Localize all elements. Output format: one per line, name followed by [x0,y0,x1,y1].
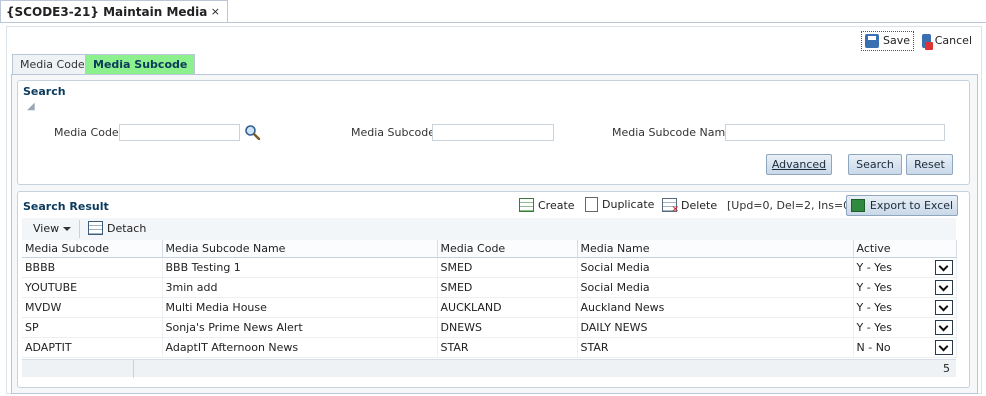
lookup-search-icon[interactable] [244,124,261,140]
cell-media-subcode: BBBB [22,257,163,278]
save-button[interactable]: Save [861,31,914,51]
cell-media-subcode: MVDW [22,297,163,318]
delete-button[interactable]: Delete [662,198,718,215]
active-select-value[interactable]: Y - Yes [857,321,892,334]
table-header-row: Media Subcode Media Subcode Name Media C… [22,240,957,258]
column-header[interactable]: Media Code [437,240,578,258]
export-label: Export to Excel [869,199,954,212]
cell-media-code: SMED [437,257,578,278]
search-panel-title: Search [23,85,66,98]
chevron-down-icon[interactable] [934,339,953,355]
detach-label: Detach [107,221,147,235]
advanced-button[interactable]: Advanced [766,154,832,175]
column-header[interactable]: Media Name [577,240,854,258]
cell-media-subcode-name: Multi Media House [162,297,438,318]
cell-active: N - No [853,337,957,358]
cell-media-code: STAR [437,337,578,358]
chevron-down-icon[interactable] [934,259,953,275]
save-label: Save [882,34,910,47]
detach-icon [88,221,103,235]
cell-media-code: AUCKLAND [437,297,578,318]
cell-media-code: DNEWS [437,317,578,338]
table-row[interactable]: MVDW Multi Media House AUCKLAND Auckland… [22,297,957,318]
cell-media-name: Auckland News [577,297,854,318]
cell-media-subcode-name: AdaptIT Afternoon News [162,337,438,358]
excel-icon [850,199,865,212]
cell-media-subcode: ADAPTIT [22,337,163,358]
cancel-label: Cancel [934,34,972,47]
toolbar-divider [79,220,80,238]
table-row[interactable]: YOUTUBE 3min add SMED Social Media Y - Y… [22,277,957,298]
view-dropdown-icon [63,226,72,231]
chevron-down-icon[interactable] [934,319,953,335]
save-icon [865,34,879,48]
collapse-toggle-icon[interactable]: ◢ [27,101,35,112]
footer-divider [133,360,134,378]
chevron-down-icon[interactable] [934,299,953,315]
active-select-value[interactable]: Y - Yes [857,301,892,314]
view-menu[interactable]: View [33,222,72,235]
cell-media-subcode-name: Sonja's Prime News Alert [162,317,438,338]
cell-media-subcode: YOUTUBE [22,277,163,298]
table-row[interactable]: BBBB BBB Testing 1 SMED Social Media Y -… [22,257,957,278]
cancel-icon [922,34,933,50]
search-result-title: Search Result [23,200,109,213]
media-code-label: Media Code [54,126,119,139]
grid-footer: 5 [22,359,956,378]
cell-media-subcode-name: BBB Testing 1 [162,257,438,278]
cell-media-name: STAR [577,337,854,358]
cell-media-name: Social Media [577,277,854,298]
tab-media-code[interactable]: Media Code [12,54,93,74]
column-header[interactable]: Active [853,240,957,258]
advanced-label: Advanced [771,158,827,171]
document-tab[interactable]: {SCODE3-21} Maintain Media Detail × [0,0,228,41]
cell-active: Y - Yes [853,257,957,278]
media-subcode-name-label: Media Subcode Name [612,126,732,139]
results-table: Media Subcode Media Subcode Name Media C… [22,240,957,358]
cell-media-name: Social Media [577,257,854,278]
media-code-input[interactable] [119,124,240,141]
column-header[interactable]: Media Subcode Name [162,240,438,258]
cell-active: Y - Yes [853,317,957,338]
column-header[interactable]: Media Subcode [22,240,163,258]
cell-media-name: DAILY NEWS [577,317,854,338]
table-row[interactable]: SP Sonja's Prime News Alert DNEWS DAILY … [22,317,957,338]
delete-icon [662,198,679,215]
media-subcode-label: Media Subcode [351,126,435,139]
change-status-text: [Upd=0, Del=2, Ins=0] [727,199,855,212]
create-icon [519,198,534,212]
media-subcode-name-input[interactable] [725,124,945,141]
view-label: View [33,222,60,235]
duplicate-icon [585,197,598,212]
detach-button[interactable]: Detach [88,221,146,235]
cell-media-subcode: SP [22,317,163,338]
duplicate-label: Duplicate [602,198,655,211]
duplicate-button[interactable]: Duplicate [585,197,654,212]
tab-strip-divider [0,22,986,23]
table-row[interactable]: ADAPTIT AdaptIT Afternoon News STAR STAR… [22,337,957,358]
delete-label: Delete [681,198,718,212]
grid-toolbar [22,218,956,241]
export-to-excel-button[interactable]: Export to Excel [846,195,958,216]
cell-media-code: SMED [437,277,578,298]
cancel-button[interactable]: Cancel [919,31,975,51]
tab-media-subcode[interactable]: Media Subcode [85,54,196,74]
create-label: Create [538,198,575,212]
cell-media-subcode-name: 3min add [162,277,438,298]
active-select-value[interactable]: Y - Yes [857,281,892,294]
reset-button[interactable]: Reset [906,154,953,175]
cell-active: Y - Yes [853,277,957,298]
create-button[interactable]: Create [519,198,575,212]
row-count: 5 [943,362,950,375]
close-tab-icon[interactable]: × [211,1,220,23]
search-button[interactable]: Search [848,154,902,175]
active-select-value[interactable]: Y - Yes [857,261,892,274]
chevron-down-icon[interactable] [934,279,953,295]
cell-active: Y - Yes [853,297,957,318]
active-select-value[interactable]: N - No [857,341,891,354]
media-subcode-input[interactable] [432,124,554,141]
